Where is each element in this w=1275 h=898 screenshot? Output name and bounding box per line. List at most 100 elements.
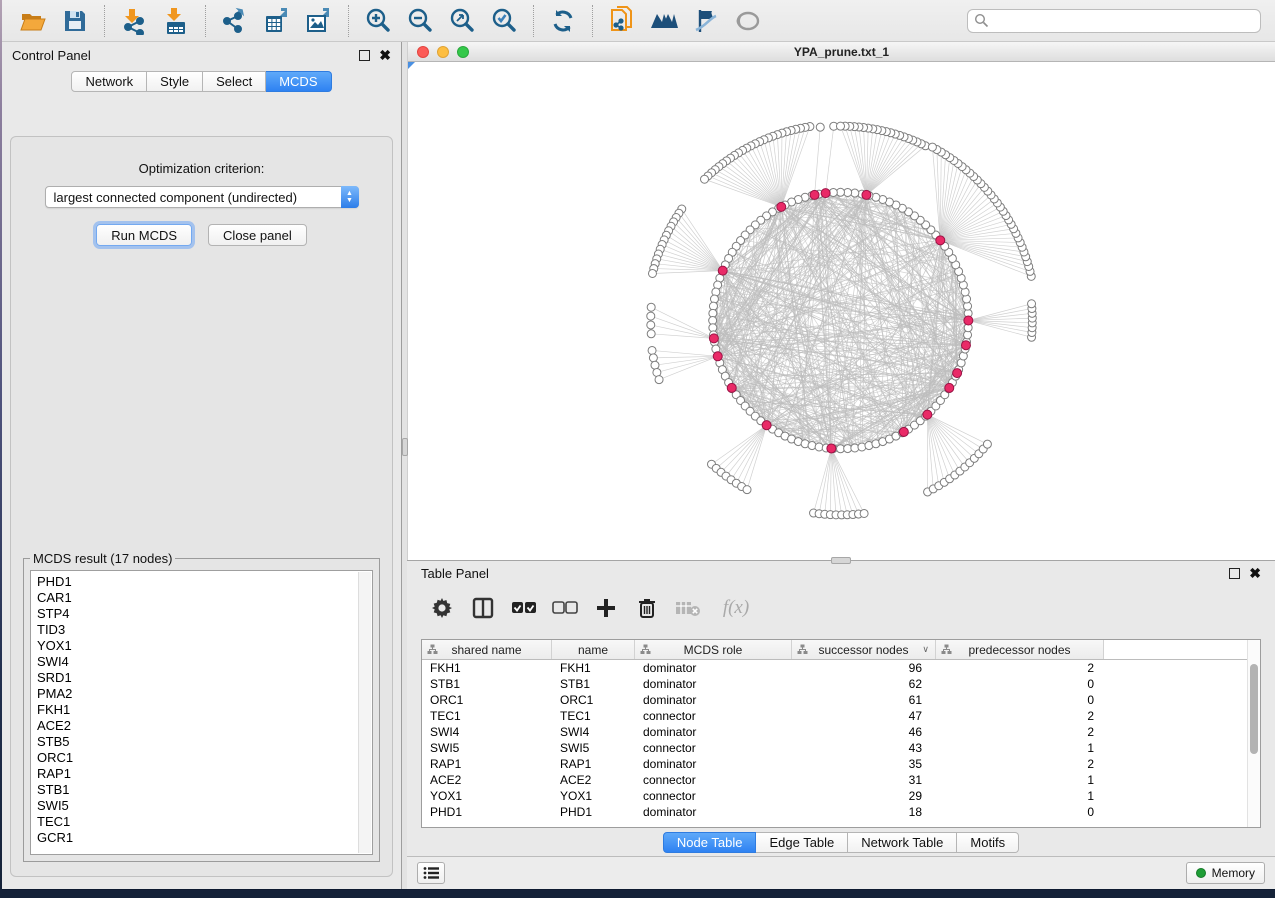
- mcds-result-item[interactable]: STB1: [37, 782, 372, 798]
- mcds-result-item[interactable]: STP4: [37, 606, 372, 622]
- table-row[interactable]: ACE2ACE2connector311: [422, 772, 1260, 788]
- close-panel-icon[interactable]: ✖: [379, 50, 391, 61]
- result-scrollbar[interactable]: [358, 572, 371, 853]
- zoom-fit-button[interactable]: [441, 4, 483, 38]
- mcds-result-item[interactable]: ACE2: [37, 718, 372, 734]
- zoom-selected-icon: [490, 7, 518, 35]
- show-all-button[interactable]: [727, 4, 769, 38]
- import-table-button[interactable]: [155, 4, 197, 38]
- run-mcds-button[interactable]: Run MCDS: [96, 224, 192, 246]
- table-row[interactable]: STB1STB1dominator620: [422, 676, 1260, 692]
- mcds-result-item[interactable]: TID3: [37, 622, 372, 638]
- optimization-criterion-dropdown[interactable]: largest connected component (undirected)…: [45, 186, 359, 208]
- tab-edge-table[interactable]: Edge Table: [756, 832, 848, 853]
- network-file-button[interactable]: [601, 4, 643, 38]
- table-settings-button[interactable]: [429, 595, 455, 621]
- mcds-result-item[interactable]: CAR1: [37, 590, 372, 606]
- function-builder-button[interactable]: f(x): [716, 595, 756, 621]
- table-scrollbar-thumb[interactable]: [1250, 664, 1258, 754]
- import-network-button[interactable]: [113, 4, 155, 38]
- mcds-result-item[interactable]: RAP1: [37, 766, 372, 782]
- table-row[interactable]: FKH1FKH1dominator962: [422, 660, 1260, 676]
- table-row[interactable]: SWI4SWI4dominator462: [422, 724, 1260, 740]
- mcds-result-item[interactable]: YOX1: [37, 638, 372, 654]
- mcds-result-item[interactable]: STB5: [37, 734, 372, 750]
- cell-MCDS-role: dominator: [635, 757, 792, 771]
- column-header-shared-name[interactable]: shared name: [422, 640, 552, 659]
- column-header-name[interactable]: name: [552, 640, 635, 659]
- first-neighbors-button[interactable]: [643, 4, 685, 38]
- export-image-button[interactable]: [298, 4, 340, 38]
- table-row[interactable]: ORC1ORC1dominator610: [422, 692, 1260, 708]
- column-header-MCDS-role[interactable]: MCDS role: [635, 640, 792, 659]
- mcds-result-item[interactable]: GCR1: [37, 830, 372, 846]
- memory-status-icon: [1196, 868, 1206, 878]
- table-scrollbar[interactable]: [1247, 640, 1260, 827]
- float-table-panel-icon[interactable]: [1229, 568, 1240, 579]
- tab-node-table[interactable]: Node Table: [663, 832, 757, 853]
- mcds-result-item[interactable]: SWI4: [37, 654, 372, 670]
- mcds-result-list[interactable]: PHD1CAR1STP4TID3YOX1SWI4SRD1PMA2FKH1ACE2…: [30, 570, 373, 855]
- table-tabs: Node TableEdge TableNetwork TableMotifs: [407, 832, 1275, 853]
- close-panel-button[interactable]: Close panel: [208, 224, 307, 246]
- tab-network[interactable]: Network: [71, 71, 147, 92]
- close-table-panel-icon[interactable]: ✖: [1249, 568, 1261, 579]
- cell-predecessor-nodes: 1: [936, 741, 1104, 755]
- cell-shared-name: SWI5: [422, 741, 552, 755]
- select-all-button[interactable]: [511, 595, 537, 621]
- network-canvas[interactable]: [408, 62, 1275, 560]
- mcds-result-item[interactable]: PMA2: [37, 686, 372, 702]
- export-table-icon: [263, 7, 291, 35]
- column-header-predecessor-nodes[interactable]: predecessor nodes: [936, 640, 1104, 659]
- horizontal-splitter-handle[interactable]: [831, 557, 851, 564]
- float-panel-icon[interactable]: [359, 50, 370, 61]
- delete-table-button[interactable]: [675, 595, 701, 621]
- column-layout-button[interactable]: [470, 595, 496, 621]
- export-network-button[interactable]: [214, 4, 256, 38]
- table-row[interactable]: PHD1PHD1dominator180: [422, 804, 1260, 820]
- network-titlebar[interactable]: YPA_prune.txt_1: [408, 42, 1275, 62]
- plus-icon: [595, 597, 617, 619]
- save-session-button[interactable]: [54, 4, 96, 38]
- network-graph[interactable]: [408, 62, 1275, 560]
- delete-column-button[interactable]: [634, 595, 660, 621]
- tab-motifs[interactable]: Motifs: [957, 832, 1019, 853]
- cell-name: SWI5: [552, 741, 635, 755]
- hide-flag-icon: [692, 8, 720, 34]
- zoom-fit-icon: [448, 7, 476, 35]
- tab-network-table[interactable]: Network Table: [848, 832, 957, 853]
- tab-select[interactable]: Select: [203, 71, 266, 92]
- hide-selected-button[interactable]: [685, 4, 727, 38]
- zoom-in-button[interactable]: [357, 4, 399, 38]
- add-column-button[interactable]: [593, 595, 619, 621]
- mcds-result-item[interactable]: PHD1: [37, 574, 372, 590]
- tab-mcds[interactable]: MCDS: [266, 71, 331, 92]
- search-input[interactable]: [989, 14, 1254, 28]
- import-table-icon: [163, 7, 189, 35]
- task-history-button[interactable]: [417, 862, 445, 884]
- table-row[interactable]: RAP1RAP1dominator352: [422, 756, 1260, 772]
- open-folder-icon: [19, 8, 47, 34]
- deselect-all-button[interactable]: [552, 595, 578, 621]
- toolbar-separator: [348, 5, 349, 37]
- cell-successor-nodes: 61: [792, 693, 936, 707]
- search-box[interactable]: [967, 9, 1261, 33]
- tab-style[interactable]: Style: [147, 71, 203, 92]
- zoom-out-button[interactable]: [399, 4, 441, 38]
- table-row[interactable]: YOX1YOX1connector291: [422, 788, 1260, 804]
- mcds-result-item[interactable]: SWI5: [37, 798, 372, 814]
- optimization-criterion-label: Optimization criterion:: [11, 161, 392, 176]
- mcds-result-item[interactable]: TEC1: [37, 814, 372, 830]
- memory-button[interactable]: Memory: [1186, 862, 1265, 884]
- mcds-result-item[interactable]: ORC1: [37, 750, 372, 766]
- refresh-button[interactable]: [542, 4, 584, 38]
- export-table-button[interactable]: [256, 4, 298, 38]
- open-session-button[interactable]: [12, 4, 54, 38]
- zoom-selected-button[interactable]: [483, 4, 525, 38]
- mcds-result-item[interactable]: FKH1: [37, 702, 372, 718]
- mcds-result-item[interactable]: SRD1: [37, 670, 372, 686]
- right-column: YPA_prune.txt_1 Table Panel ✖: [407, 42, 1275, 889]
- column-header-successor-nodes[interactable]: successor nodes∨: [792, 640, 936, 659]
- table-row[interactable]: SWI5SWI5connector431: [422, 740, 1260, 756]
- table-row[interactable]: TEC1TEC1connector472: [422, 708, 1260, 724]
